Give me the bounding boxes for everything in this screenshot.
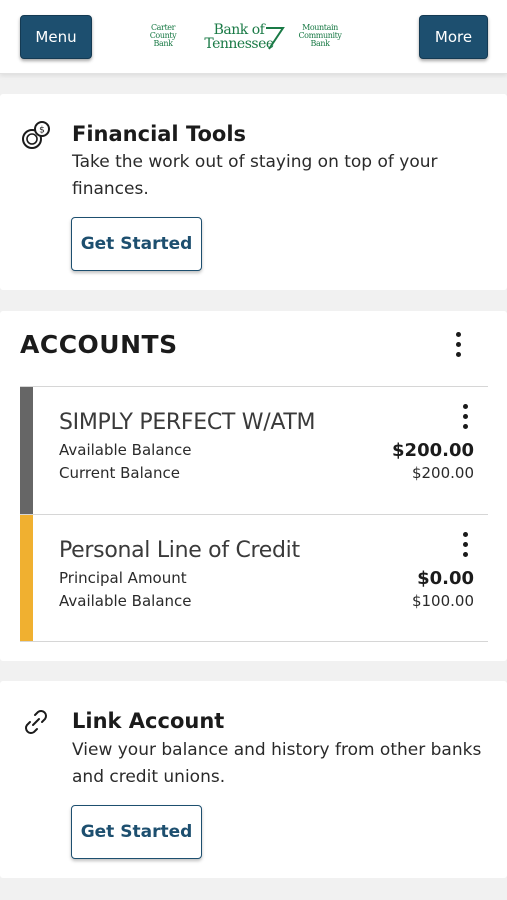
account-primary-label: Principal Amount [59,569,187,587]
app-header: Menu Carter County Bank Bank of Tennesse… [0,0,507,74]
account-name: SIMPLY PERFECT W/ATM [59,410,316,435]
account-primary-value: $0.00 [417,568,474,589]
bank-logos: Carter County Bank Bank of Tennessee Mou… [142,20,352,54]
link-account-card: Link Account View your balance and histo… [0,681,507,878]
account-options-icon[interactable] [458,402,472,432]
account-secondary-value: $200.00 [411,464,474,482]
seven-mark-icon [266,27,285,50]
account-row[interactable]: SIMPLY PERFECT W/ATM Available Balance $… [20,386,488,514]
account-row[interactable]: Personal Line of Credit Principal Amount… [20,514,488,642]
link-account-description: View your balance and history from other… [72,740,482,787]
account-options-icon[interactable] [458,530,472,560]
accounts-card: ACCOUNTS SIMPLY PERFECT W/ATM Available … [0,311,507,661]
financial-tools-description: Take the work out of staying on top of y… [72,152,438,199]
account-primary-label: Available Balance [59,441,192,459]
account-secondary-label: Current Balance [59,464,180,482]
coins-icon: $ [22,121,50,149]
carter-county-bank-logo: Carter County Bank [149,23,177,48]
more-button[interactable]: More [419,15,488,59]
svg-text:$: $ [39,126,45,136]
account-primary-value: $200.00 [392,440,474,461]
account-name: Personal Line of Credit [59,538,300,563]
accounts-more-options-icon[interactable] [451,330,465,360]
bank-of-tennessee-logo: Bank of Tennessee [196,23,285,51]
account-color-bar [20,387,33,514]
financial-tools-card: $ Financial Tools Take the work out of s… [0,94,507,290]
financial-tools-title: Financial Tools [72,122,247,146]
account-secondary-value: $100.00 [411,592,474,610]
account-color-bar [20,515,33,641]
link-account-title: Link Account [72,709,225,733]
accounts-heading: ACCOUNTS [20,330,178,359]
menu-button[interactable]: Menu [20,15,92,59]
link-account-get-started-button[interactable]: Get Started [71,805,202,859]
financial-tools-get-started-button[interactable]: Get Started [71,217,202,271]
account-secondary-label: Available Balance [59,592,192,610]
mountain-community-bank-logo: Mountain Community Bank [298,23,342,48]
link-icon [25,710,47,734]
